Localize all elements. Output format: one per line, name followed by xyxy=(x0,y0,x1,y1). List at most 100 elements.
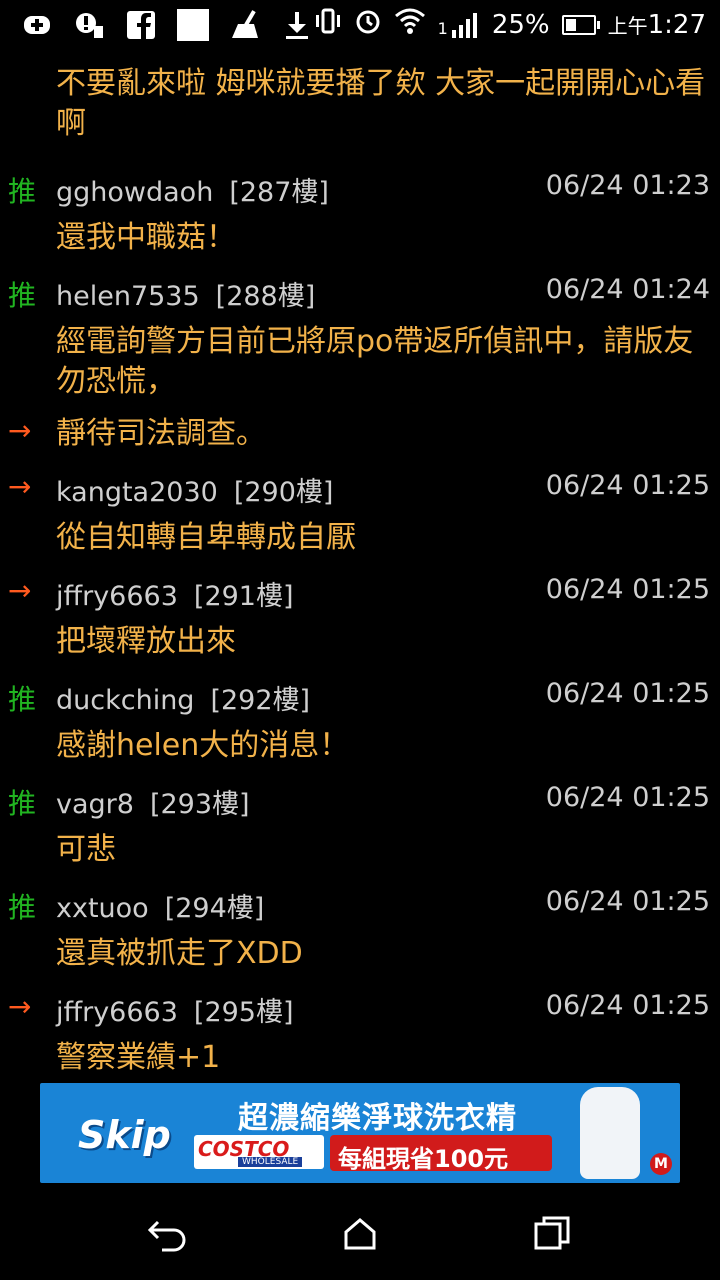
comment-body: 經電詢警方目前已將原po帶返所偵訊中，請版友勿恐慌， xyxy=(56,324,694,399)
push-tag: 推 xyxy=(8,279,37,312)
notification-icons xyxy=(20,8,314,42)
username: gghowdaoh xyxy=(56,177,214,208)
continuation-text: 不要亂來啦 姆咪就要播了欸 大家一起開開心心看啊 xyxy=(56,66,706,141)
comment-time: 06/24 01:25 xyxy=(545,574,710,605)
comment-text: 從自知轉自卑轉成自厭 xyxy=(0,514,720,566)
comment-body: 警察業績+1 xyxy=(56,1040,221,1075)
arrow-tag: → xyxy=(8,990,32,1023)
comment-user: kangta2030 [290樓] xyxy=(56,470,333,509)
floor-number: [295樓] xyxy=(193,997,294,1028)
comment-text: 可悲 xyxy=(0,826,720,878)
comment-text: 警察業績+1 xyxy=(0,1034,720,1082)
comment-body: 把壞釋放出來 xyxy=(56,624,236,659)
comment-user: xxtuoo [294樓] xyxy=(56,886,264,925)
comment-time: 06/24 01:23 xyxy=(545,170,710,201)
comment-user: vagr8 [293樓] xyxy=(56,782,250,821)
ad-banner[interactable]: Skip 超濃縮樂淨球洗衣精 COSTCO WHOLESALE 每組現省100元… xyxy=(40,1083,680,1183)
username: jffry6663 xyxy=(56,997,178,1028)
ad-brand: Skip xyxy=(78,1113,171,1157)
facebook-icon xyxy=(124,8,158,42)
push-tag: 推 xyxy=(8,891,37,924)
arrow-tag: → xyxy=(8,414,32,447)
comment-time: 06/24 01:25 xyxy=(545,678,710,709)
comment-text: 還我中職菇！ xyxy=(0,214,720,266)
comment-user: helen7535 [288樓] xyxy=(56,274,315,313)
comment-text: 把壞釋放出來 xyxy=(0,618,720,670)
floor-number: [292樓] xyxy=(210,685,311,716)
wifi-icon xyxy=(394,6,426,43)
username: xxtuoo xyxy=(56,893,149,924)
ad-store-sub: WHOLESALE xyxy=(238,1157,303,1167)
push-tag: 推 xyxy=(8,175,37,208)
comment-body: 從自知轉自卑轉成自厭 xyxy=(56,520,356,555)
ad-banner-area: Skip 超濃縮樂淨球洗衣精 COSTCO WHOLESALE 每組現省100元… xyxy=(0,1083,720,1185)
clock: 上午1:27 xyxy=(608,10,706,40)
comment-followup: → 靜待司法調查。 xyxy=(0,410,720,462)
comment-text: 經電詢警方目前已將原po帶返所偵訊中，請版友勿恐慌， xyxy=(0,318,720,410)
comment-text: 還真被抓走了XDD xyxy=(0,930,720,982)
add-icon xyxy=(20,8,54,42)
ad-promo-text: 每組現省100元 xyxy=(338,1145,509,1173)
comment-time: 06/24 01:25 xyxy=(545,990,710,1021)
comment-header[interactable]: → kangta2030 [290樓] 06/24 01:25 xyxy=(0,462,720,514)
vibrate-icon xyxy=(314,7,342,42)
followup-body: 靜待司法調查。 xyxy=(56,416,266,451)
cleaner-icon xyxy=(228,8,262,42)
floor-number: [287樓] xyxy=(229,177,329,208)
comment-time: 06/24 01:25 xyxy=(545,886,710,917)
username: vagr8 xyxy=(56,789,134,820)
ad-title: 超濃縮樂淨球洗衣精 xyxy=(238,1101,517,1136)
floor-number: [291樓] xyxy=(193,581,294,612)
comment-feed[interactable]: 不要亂來啦 姆咪就要播了欸 大家一起開開心心看啊 推 gghowdaoh [287… xyxy=(0,58,720,1082)
clock-time: 1:27 xyxy=(647,9,706,40)
floor-number: [293樓] xyxy=(149,789,250,820)
signal-icon: 1 xyxy=(438,12,480,38)
push-tag: 推 xyxy=(8,683,37,716)
back-button[interactable] xyxy=(146,1212,190,1256)
alarm-icon xyxy=(354,7,382,42)
username: duckching xyxy=(56,685,195,716)
comment-header[interactable]: 推 xxtuoo [294樓] 06/24 01:25 xyxy=(0,878,720,930)
back-icon xyxy=(147,1220,186,1252)
comment-header[interactable]: → jffry6663 [291樓] 06/24 01:25 xyxy=(0,566,720,618)
username: helen7535 xyxy=(56,281,200,312)
battery-icon xyxy=(561,14,600,35)
comment-user: duckching [292樓] xyxy=(56,678,310,717)
comment-text: 感謝helen大的消息！ xyxy=(0,722,720,774)
nav-bar xyxy=(0,1186,720,1280)
floor-number: [294樓] xyxy=(164,893,265,924)
floor-number: [290樓] xyxy=(233,477,334,508)
continuation-line: 不要亂來啦 姆咪就要播了欸 大家一起開開心心看啊 xyxy=(0,58,720,162)
recent-apps-button[interactable] xyxy=(530,1212,574,1256)
ad-badge: M xyxy=(650,1153,672,1175)
comment-header[interactable]: 推 helen7535 [288樓] 06/24 01:24 xyxy=(0,266,720,318)
ad-store-logo: COSTCO WHOLESALE xyxy=(194,1135,324,1169)
clock-prefix: 上午 xyxy=(607,13,648,38)
comment-header[interactable]: 推 vagr8 [293樓] 06/24 01:25 xyxy=(0,774,720,826)
download-icon xyxy=(280,8,314,42)
comment-body: 可悲 xyxy=(56,832,116,867)
battery-percent: 25% xyxy=(491,9,550,40)
arrow-tag: → xyxy=(8,574,32,607)
comment-body: 感謝helen大的消息！ xyxy=(56,728,350,763)
recent-apps-icon xyxy=(534,1216,570,1250)
username: kangta2030 xyxy=(56,477,218,508)
arrow-tag: → xyxy=(8,470,32,503)
home-icon xyxy=(344,1218,376,1250)
signal-label: 1 xyxy=(437,18,448,38)
comment-user: jffry6663 [295樓] xyxy=(56,990,294,1029)
home-button[interactable] xyxy=(338,1212,382,1256)
comment-header[interactable]: 推 gghowdaoh [287樓] 06/24 01:23 xyxy=(0,162,720,214)
comment-header[interactable]: → jffry6663 [295樓] 06/24 01:25 xyxy=(0,982,720,1034)
comment-time: 06/24 01:24 xyxy=(545,274,710,305)
alert-icon xyxy=(72,8,106,42)
status-right: 1 25% 上午1:27 xyxy=(314,6,706,43)
floor-number: [288樓] xyxy=(215,281,316,312)
push-tag: 推 xyxy=(8,787,37,820)
comment-header[interactable]: 推 duckching [292樓] 06/24 01:25 xyxy=(0,670,720,722)
comment-user: jffry6663 [291樓] xyxy=(56,574,294,613)
status-bar: 1 25% 上午1:27 xyxy=(0,0,720,52)
blank-icon xyxy=(176,8,210,42)
ad-promo: 每組現省100元 xyxy=(330,1135,552,1173)
comment-time: 06/24 01:25 xyxy=(545,782,710,813)
